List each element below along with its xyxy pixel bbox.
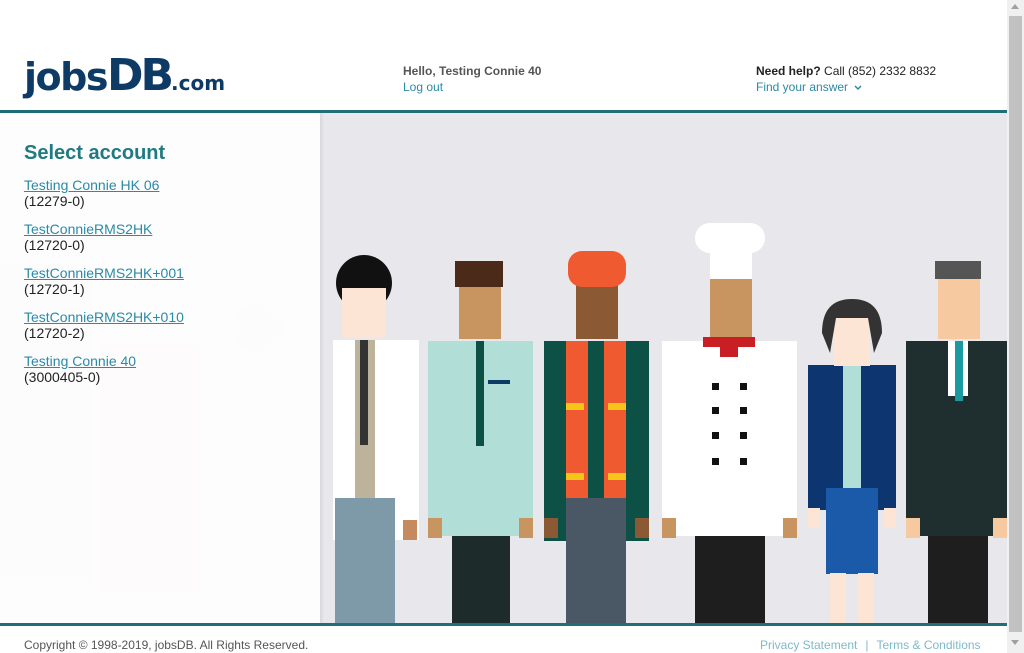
account-list: Testing Connie HK 06 (12279-0) TestConni… [24,177,184,397]
chevron-down-icon [854,85,862,90]
list-item: TestConnieRMS2HK+001 (12720-1) [24,265,184,309]
list-item: Testing Connie 40 (3000405-0) [24,353,184,397]
account-id: (3000405-0) [24,369,101,385]
header: jobsDB.com Hello, Testing Connie 40 Log … [0,0,1007,110]
scroll-up-arrow-icon[interactable] [1011,4,1019,9]
list-item: TestConnieRMS2HK+010 (12720-2) [24,309,184,353]
scrollbar-thumb[interactable] [1009,16,1022,632]
account-id: (12279-0) [24,193,85,209]
footer-links: Privacy Statement | Terms & Conditions [760,638,981,652]
account-id: (12720-0) [24,237,85,253]
find-answer-label: Find your answer [756,80,849,94]
terms-link[interactable]: Terms & Conditions [877,638,981,652]
list-item: Testing Connie HK 06 (12279-0) [24,177,184,221]
logout-link[interactable]: Log out [403,80,443,94]
copyright: Copyright © 1998-2019, jobsDB. All Right… [24,638,309,652]
help-phone: Call (852) 2332 8832 [824,64,937,78]
page-title: Select account [24,142,166,164]
account-id: (12720-1) [24,281,85,297]
account-id: (12720-2) [24,325,85,341]
jobsdb-logo[interactable]: jobsDB.com [24,50,226,101]
scroll-down-arrow-icon[interactable] [1011,640,1019,645]
logo-jobs: jobs [24,55,108,99]
account-link[interactable]: TestConnieRMS2HK+010 [24,309,184,325]
list-item: TestConnieRMS2HK (12720-0) [24,221,184,265]
account-link[interactable]: Testing Connie HK 06 [24,177,184,193]
help-label: Need help? [756,64,821,78]
logo-com: .com [171,71,226,95]
greeting: Hello, Testing Connie 40 [403,64,542,78]
find-answer-link[interactable]: Find your answer [756,80,862,94]
account-link[interactable]: TestConnieRMS2HK+001 [24,265,184,281]
logo-db: DB [106,50,174,101]
help-text: Need help? Call (852) 2332 8832 [756,64,936,78]
footer-separator: | [865,638,869,652]
privacy-link[interactable]: Privacy Statement [760,638,857,652]
account-link[interactable]: TestConnieRMS2HK [24,221,184,237]
account-link[interactable]: Testing Connie 40 [24,353,184,369]
